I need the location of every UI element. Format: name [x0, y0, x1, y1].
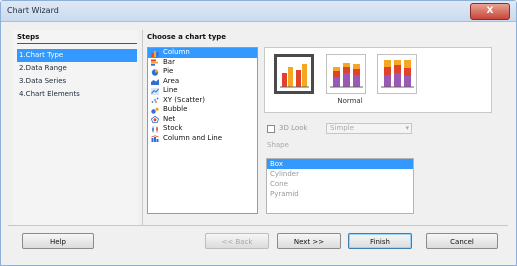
chart-type-label: Stock — [163, 124, 183, 132]
stock-chart-icon — [152, 126, 158, 132]
shape-label: Shape — [267, 141, 289, 149]
chart-type-label: Area — [163, 76, 180, 85]
chart-type-label: Pie — [163, 67, 174, 75]
3d-style-select[interactable]: Simple ▾ — [326, 123, 412, 134]
chart-type-label: Bar — [163, 57, 175, 66]
variant-stacked-thumbnail[interactable] — [326, 54, 366, 94]
choose-chart-type-heading: Choose a chart type — [147, 33, 227, 41]
shape-item-box[interactable]: Box — [267, 159, 413, 169]
3d-look-label: 3D Look — [279, 124, 308, 132]
steps-panel: Steps 1.Chart Type 2.Data Range 3.Data S… — [13, 30, 138, 225]
vertical-divider — [142, 30, 143, 225]
net-chart-icon — [151, 116, 159, 123]
chart-type-label: XY (Scatter) — [163, 95, 206, 104]
column-chart-icon — [151, 50, 159, 57]
shape-item-cone[interactable]: Cone — [267, 179, 413, 189]
steps-heading: Steps — [17, 33, 40, 41]
chart-type-label: Line — [163, 86, 178, 94]
chart-type-stock[interactable]: Stock — [148, 124, 257, 134]
shape-list[interactable]: Box Cylinder Cone Pyramid — [266, 158, 414, 214]
chart-type-column[interactable]: Column — [148, 48, 257, 58]
steps-list: 1.Chart Type 2.Data Range 3.Data Series … — [17, 49, 137, 101]
chart-type-bar[interactable]: Bar — [148, 58, 257, 68]
steps-heading-rule — [17, 43, 137, 44]
chart-type-label: Net — [163, 114, 176, 123]
chart-type-bubble[interactable]: Bubble — [148, 105, 257, 115]
bubble-chart-icon — [151, 107, 159, 114]
chart-type-net[interactable]: Net — [148, 115, 257, 125]
chart-type-label: Column and Line — [163, 133, 223, 142]
percent-stacked-column-variant-icon — [381, 60, 414, 88]
line-chart-icon — [151, 87, 159, 95]
chart-type-list[interactable]: Column Bar Pie Area Line XY (Scatter) Bu… — [147, 47, 258, 214]
pie-chart-icon — [151, 68, 159, 76]
back-button[interactable]: << Back — [205, 233, 269, 249]
stacked-column-variant-icon — [330, 63, 363, 88]
3d-look-checkbox[interactable] — [267, 125, 275, 133]
step-chart-type[interactable]: 1.Chart Type — [17, 49, 137, 62]
variant-percent-stacked-thumbnail[interactable] — [377, 54, 417, 94]
3d-style-value: Simple — [330, 124, 354, 132]
column-line-chart-icon — [151, 135, 159, 142]
area-chart-icon — [151, 79, 159, 85]
step-data-series[interactable]: 3.Data Series — [17, 75, 137, 88]
chevron-down-icon: ▾ — [405, 124, 409, 132]
step-data-range[interactable]: 2.Data Range — [17, 62, 137, 75]
help-button[interactable]: Help — [22, 233, 94, 249]
button-row-divider — [8, 225, 508, 226]
scatter-chart-icon — [151, 97, 159, 103]
chart-type-line[interactable]: Line — [148, 86, 257, 96]
chart-type-label: Column — [163, 48, 190, 56]
chart-type-xy-scatter[interactable]: XY (Scatter) — [148, 96, 257, 106]
step-chart-elements[interactable]: 4.Chart Elements — [17, 88, 137, 101]
finish-button[interactable]: Finish — [348, 233, 412, 249]
shape-item-cylinder[interactable]: Cylinder — [267, 169, 413, 179]
normal-column-variant-icon — [280, 64, 309, 88]
shape-item-pyramid[interactable]: Pyramid — [267, 189, 413, 199]
chart-type-label: Bubble — [163, 105, 188, 113]
variant-normal-thumbnail[interactable] — [274, 54, 314, 94]
close-button[interactable]: X — [470, 3, 510, 20]
chart-type-pie[interactable]: Pie — [148, 67, 257, 77]
bar-chart-icon — [151, 59, 158, 66]
chart-type-area[interactable]: Area — [148, 77, 257, 87]
title-bar[interactable]: Chart Wizard X — [1, 1, 516, 22]
variant-label: Normal — [337, 97, 363, 105]
chart-type-column-and-line[interactable]: Column and Line — [148, 134, 257, 144]
next-button[interactable]: Next >> — [277, 233, 341, 249]
cancel-button[interactable]: Cancel — [426, 233, 498, 249]
window-title: Chart Wizard — [7, 6, 59, 15]
